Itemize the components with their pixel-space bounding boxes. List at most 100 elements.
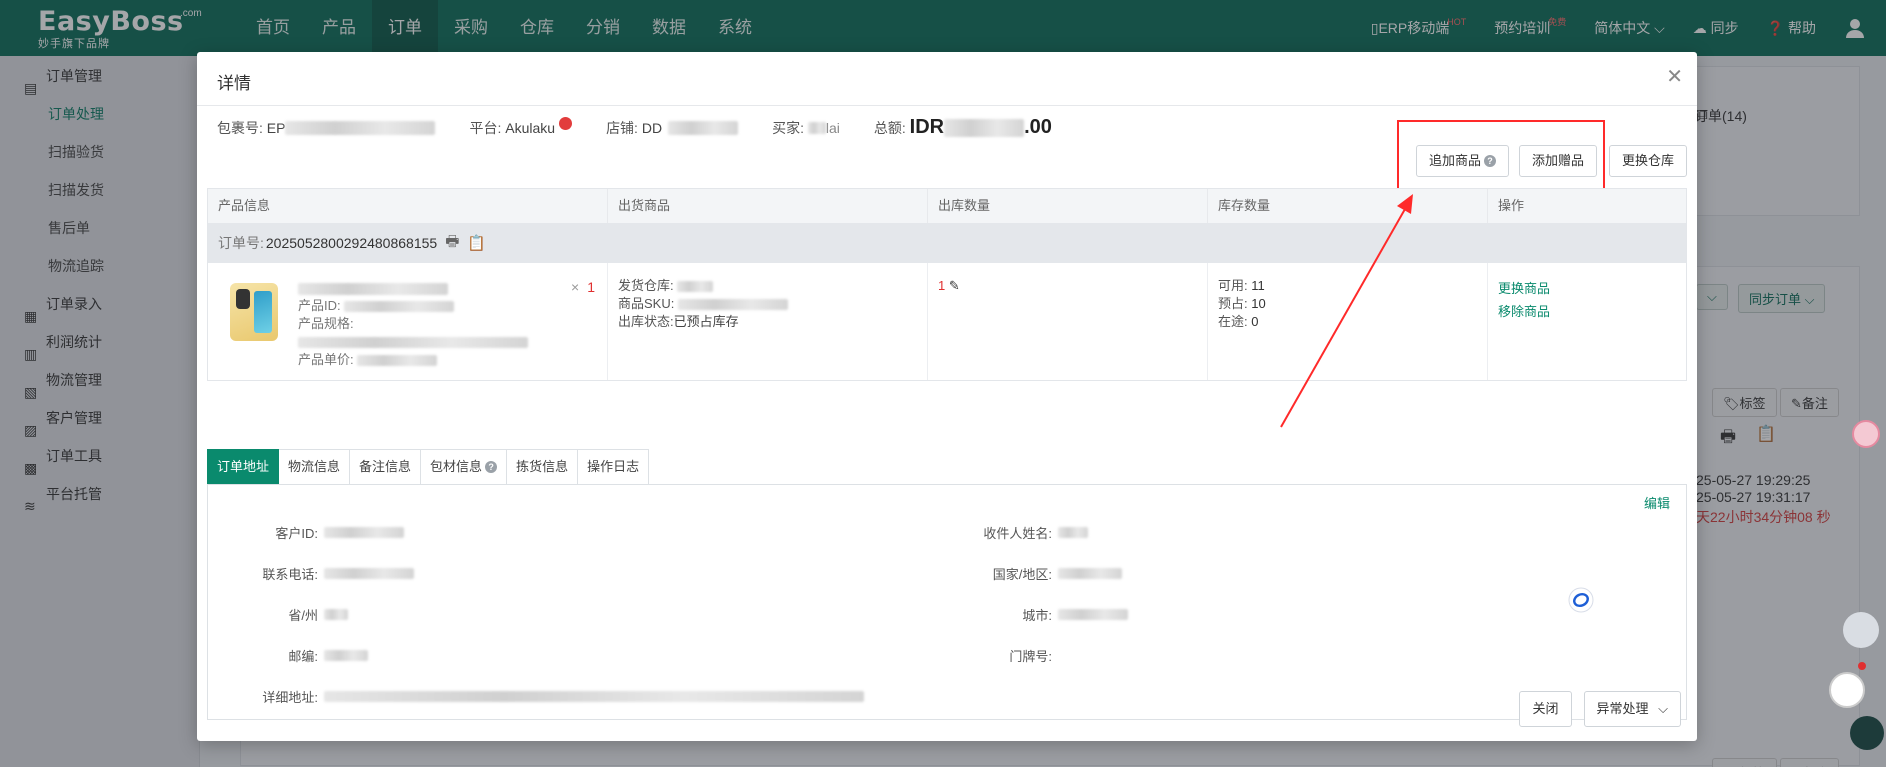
redacted-product-id	[344, 301, 455, 313]
stock-cell: 可用: 11 预占: 10 在途: 0	[1208, 263, 1488, 380]
product-table: 产品信息 出货商品 出库数量 库存数量 操作 订单号: 202505280029…	[207, 188, 1687, 381]
col-product-info: 产品信息	[208, 189, 608, 223]
package-label: 包裹号:	[217, 119, 263, 136]
phone-label: 联系电话:	[262, 567, 318, 582]
redacted-store	[668, 120, 739, 135]
actions-cell: 更换商品 移除商品	[1488, 263, 1686, 380]
product-spec-line: 产品规格:	[298, 315, 528, 333]
tab-picking[interactable]: 拣货信息	[507, 449, 579, 485]
status-label: 出库状态:	[618, 314, 674, 329]
city-field: 城市:	[948, 605, 1128, 624]
buyer-label: 买家:	[772, 119, 804, 136]
change-product-link[interactable]: 更换商品	[1498, 277, 1676, 300]
product-id-line: 产品ID:	[298, 297, 528, 315]
tab-packaging-label: 包材信息	[430, 459, 483, 474]
product-details: 产品ID: 产品规格: 产品单价:	[298, 279, 528, 369]
bot-float-button[interactable]	[1843, 612, 1879, 648]
reserved-value: 10	[1251, 296, 1266, 311]
tab-operation-log[interactable]: 操作日志	[578, 449, 650, 485]
product-thumbnail[interactable]	[230, 283, 278, 341]
available-label: 可用:	[1218, 278, 1248, 293]
redacted-city	[1058, 609, 1128, 620]
close-button[interactable]: 关闭	[1519, 691, 1572, 727]
redacted-customer-id	[324, 527, 404, 538]
address-panel: 编辑 客户ID: 联系电话: 省/州 邮编: 详细地址: 收件人姓名: 国家/地…	[207, 484, 1687, 720]
modal-title: 详情	[217, 74, 251, 93]
status-line: 出库状态:已预占库存	[618, 313, 917, 331]
total-label: 总额:	[873, 119, 906, 136]
total-suffix: .00	[1024, 116, 1052, 138]
sku-line: 商品SKU:	[618, 295, 917, 313]
city-label: 城市:	[1022, 608, 1052, 623]
col-actions: 操作	[1498, 198, 1525, 213]
warehouse-line: 发货仓库:	[618, 277, 917, 295]
platform-label: 平台:	[469, 119, 502, 136]
country-label: 国家/地区:	[992, 567, 1052, 582]
warehouse-label: 发货仓库:	[618, 278, 674, 293]
redacted-phone	[324, 568, 414, 579]
buyer-suffix: lai	[825, 119, 840, 136]
redacted-price	[357, 355, 438, 367]
tab-order-address[interactable]: 订单地址	[207, 449, 280, 485]
store-prefix: DD	[641, 119, 663, 136]
tab-packaging[interactable]: 包材信息?	[421, 449, 508, 485]
tab-notes[interactable]: 备注信息	[350, 449, 422, 485]
receiver-label: 收件人姓名:	[983, 526, 1052, 541]
edit-address-link[interactable]: 编辑	[1644, 493, 1670, 512]
total-amount: 总额: IDR .00	[874, 116, 1052, 139]
print-icon[interactable]: 🖶	[445, 231, 459, 256]
redacted-title	[298, 282, 448, 295]
in-transit-value: 0	[1251, 314, 1259, 329]
modal-header: 详情 ✕	[197, 52, 1697, 106]
tab-logistics[interactable]: 物流信息	[279, 449, 351, 485]
product-id-label: 产品ID:	[298, 298, 341, 313]
col-stock-qty: 库存数量	[1208, 189, 1488, 223]
support-avatar-button[interactable]	[1829, 672, 1865, 708]
postal-field: 邮编:	[208, 646, 368, 665]
product-spec-label: 产品规格:	[298, 316, 354, 331]
redacted-warehouse	[677, 281, 714, 293]
platform-value: Akulaku	[505, 119, 556, 136]
redacted-receiver	[1058, 527, 1088, 538]
customer-id-field: 客户ID:	[208, 523, 404, 542]
redacted-package-number	[285, 120, 436, 135]
quantity-prefix: ×	[571, 279, 580, 295]
chat-widget-icon[interactable]	[1568, 587, 1594, 613]
redacted-province	[324, 609, 348, 620]
store-label: 店铺:	[606, 119, 638, 136]
translate-float-button[interactable]	[1852, 420, 1880, 448]
order-number-row: 订单号: 2025052800292480868155 🖶 📋	[208, 223, 1686, 263]
store-info: 店铺: DD	[606, 118, 739, 138]
product-title[interactable]	[298, 279, 528, 297]
annotation-highlight-box	[1397, 120, 1605, 192]
shipment-cell: 发货仓库: 商品SKU: 出库状态:已预占库存	[608, 263, 928, 380]
remove-product-link[interactable]: 移除商品	[1498, 300, 1676, 323]
assistant-float-button[interactable]	[1850, 716, 1884, 750]
sku-label: 商品SKU:	[618, 296, 675, 311]
question-icon: ?	[485, 461, 498, 473]
redacted-address	[324, 691, 864, 702]
detail-address-field: 详细地址:	[208, 687, 864, 706]
change-warehouse-button[interactable]: 更换仓库	[1608, 145, 1687, 177]
redacted-country	[1058, 568, 1122, 579]
package-prefix: EP	[266, 119, 286, 136]
stock-available: 可用: 11	[1218, 277, 1477, 295]
modal-footer: 关闭 异常处理 ⌵	[1519, 691, 1681, 727]
notification-dot	[1858, 662, 1866, 670]
receiver-field: 收件人姓名:	[948, 523, 1088, 542]
redacted-spec	[298, 337, 528, 349]
redacted-total	[944, 118, 1025, 137]
order-detail-modal: 详情 ✕ 包裹号: EP 平台: Akulaku 店铺: DD 买家: lai …	[197, 52, 1697, 741]
buyer-info: 买家: lai	[772, 118, 840, 138]
clipboard-icon[interactable]: 📋	[467, 234, 486, 252]
order-number-label: 订单号:	[218, 235, 264, 251]
product-spec-value	[298, 333, 528, 351]
house-number-field: 门牌号:	[948, 646, 1058, 665]
product-info-cell: 产品ID: 产品规格: 产品单价: × 1	[208, 263, 608, 380]
out-qty-line: 1 ✎	[938, 277, 1197, 295]
exception-handling-button[interactable]: 异常处理 ⌵	[1583, 691, 1681, 727]
redacted-postal	[324, 650, 368, 661]
close-icon[interactable]: ✕	[1666, 64, 1683, 89]
product-price-line: 产品单价:	[298, 351, 528, 369]
edit-icon[interactable]: ✎	[949, 278, 960, 293]
